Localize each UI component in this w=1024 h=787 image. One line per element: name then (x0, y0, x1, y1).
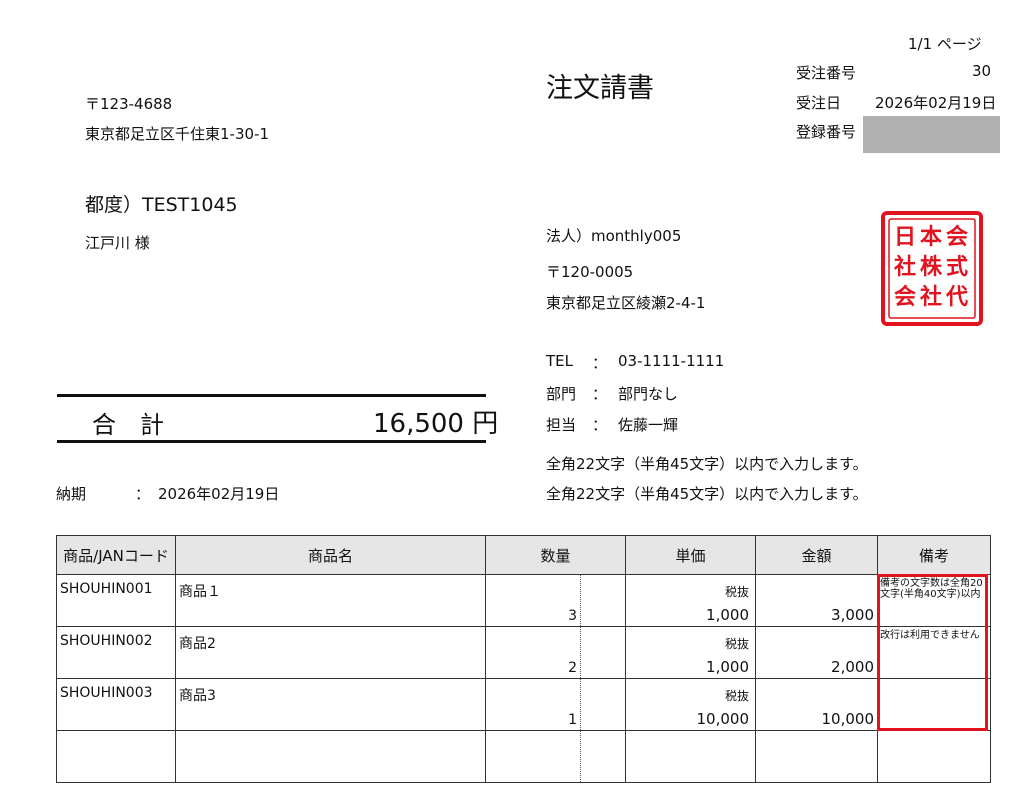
col-header-code: 商品/JANコード (56, 535, 176, 575)
delivery-value: 2026年02月19日 (158, 485, 280, 503)
dept-colon: ： (592, 385, 608, 403)
seal-char: 株 (920, 255, 943, 280)
item-code: SHOUHIN003 (60, 685, 153, 701)
order-date-label: 受注日 (796, 94, 842, 112)
seal-char: 会 (946, 224, 968, 250)
item-unit-price: 1,000 (706, 606, 749, 624)
dept-label: 部門 (546, 385, 577, 403)
tel-label: TEL (546, 352, 573, 370)
sender-note-2: 全角22文字（半角45文字）以内で入力します。 (546, 485, 868, 503)
item-qty: 3 (568, 608, 577, 624)
table-row (56, 730, 991, 783)
order-number-label: 受注番号 (796, 64, 857, 82)
order-number-value: 30 (972, 62, 992, 80)
sender-postal: 〒120-0005 (546, 263, 634, 281)
item-name (176, 731, 485, 737)
recipient-person: 江戸川 様 (85, 234, 150, 252)
table-row: SHOUHIN001 商品１ 3 税抜 1,000 3,000 備考の文字数は全角… (56, 574, 991, 627)
sender-address: 東京都足立区綾瀬2-4-1 (546, 294, 706, 312)
item-qty: 2 (568, 660, 577, 676)
delivery-colon: ： (135, 485, 151, 503)
seal-char: 代 (945, 285, 968, 310)
tel-colon: ： (592, 354, 608, 372)
item-tax-type: 税抜 (724, 585, 749, 599)
table-header-row: 商品/JANコード 商品名 数量 単価 金額 備考 (56, 535, 991, 575)
col-header-note: 備考 (877, 535, 991, 575)
item-name: 商品3 (179, 688, 216, 704)
total-value: 16,500 円 (373, 409, 499, 439)
seal-char: 社 (894, 254, 916, 280)
item-unit-price: 10,000 (696, 710, 750, 728)
registration-number-redacted (863, 116, 1000, 153)
seal-char: 日 (894, 225, 916, 250)
item-amount: 10,000 (821, 710, 875, 728)
col-header-amount: 金額 (755, 535, 878, 575)
page-indicator: 1/1 ページ (908, 35, 982, 53)
items-table: 商品/JANコード 商品名 数量 単価 金額 備考 SHOUHIN001 商品１… (56, 535, 991, 783)
notes-highlight-frame (877, 574, 988, 731)
seal-char: 本 (920, 225, 942, 250)
table-row: SHOUHIN002 商品2 2 税抜 1,000 2,000 改行は利用できませ… (56, 626, 991, 679)
item-unit-price: 1,000 (706, 658, 749, 676)
company-seal: 日 本 会 社 株 式 会 社 代 (880, 210, 984, 327)
item-code: SHOUHIN002 (60, 633, 153, 649)
seal-char: 社 (920, 284, 942, 310)
sender-company: 法人）monthly005 (546, 227, 682, 245)
staff-value: 佐藤一輝 (618, 416, 679, 434)
registration-number-label: 登録番号 (796, 123, 857, 141)
document-title: 注文請書 (546, 73, 654, 104)
item-amount: 3,000 (831, 606, 874, 624)
seal-char: 会 (894, 284, 916, 310)
item-code (57, 731, 175, 737)
recipient-company: 都度）TEST1045 (85, 194, 238, 216)
item-amount: 2,000 (831, 658, 874, 676)
total-bottom-rule (57, 440, 486, 443)
col-header-qty: 数量 (485, 535, 626, 575)
item-note (878, 731, 990, 734)
item-tax-type: 税抜 (724, 637, 749, 651)
delivery-label: 納期 (56, 485, 87, 503)
item-name: 商品１ (179, 584, 221, 600)
item-code: SHOUHIN001 (60, 581, 153, 597)
col-header-price: 単価 (625, 535, 756, 575)
sender-note-1: 全角22文字（半角45文字）以内で入力します。 (546, 455, 868, 473)
table-row: SHOUHIN003 商品3 1 税抜 10,000 10,000 (56, 678, 991, 731)
recipient-postal: 〒123-4688 (85, 95, 173, 113)
item-tax-type: 税抜 (724, 689, 749, 703)
total-top-rule (57, 394, 486, 397)
recipient-address: 東京都足立区千住東1-30-1 (85, 125, 269, 143)
total-label: 合 計 (92, 411, 164, 439)
staff-colon: ： (592, 416, 608, 434)
item-name: 商品2 (179, 636, 216, 652)
order-date-value: 2026年02月19日 (875, 94, 997, 112)
item-qty: 1 (568, 712, 577, 728)
dept-value: 部門なし (618, 385, 679, 403)
tel-value: 03-1111-1111 (618, 352, 725, 370)
staff-label: 担当 (546, 416, 577, 434)
seal-char: 式 (946, 255, 968, 280)
col-header-name: 商品名 (175, 535, 486, 575)
